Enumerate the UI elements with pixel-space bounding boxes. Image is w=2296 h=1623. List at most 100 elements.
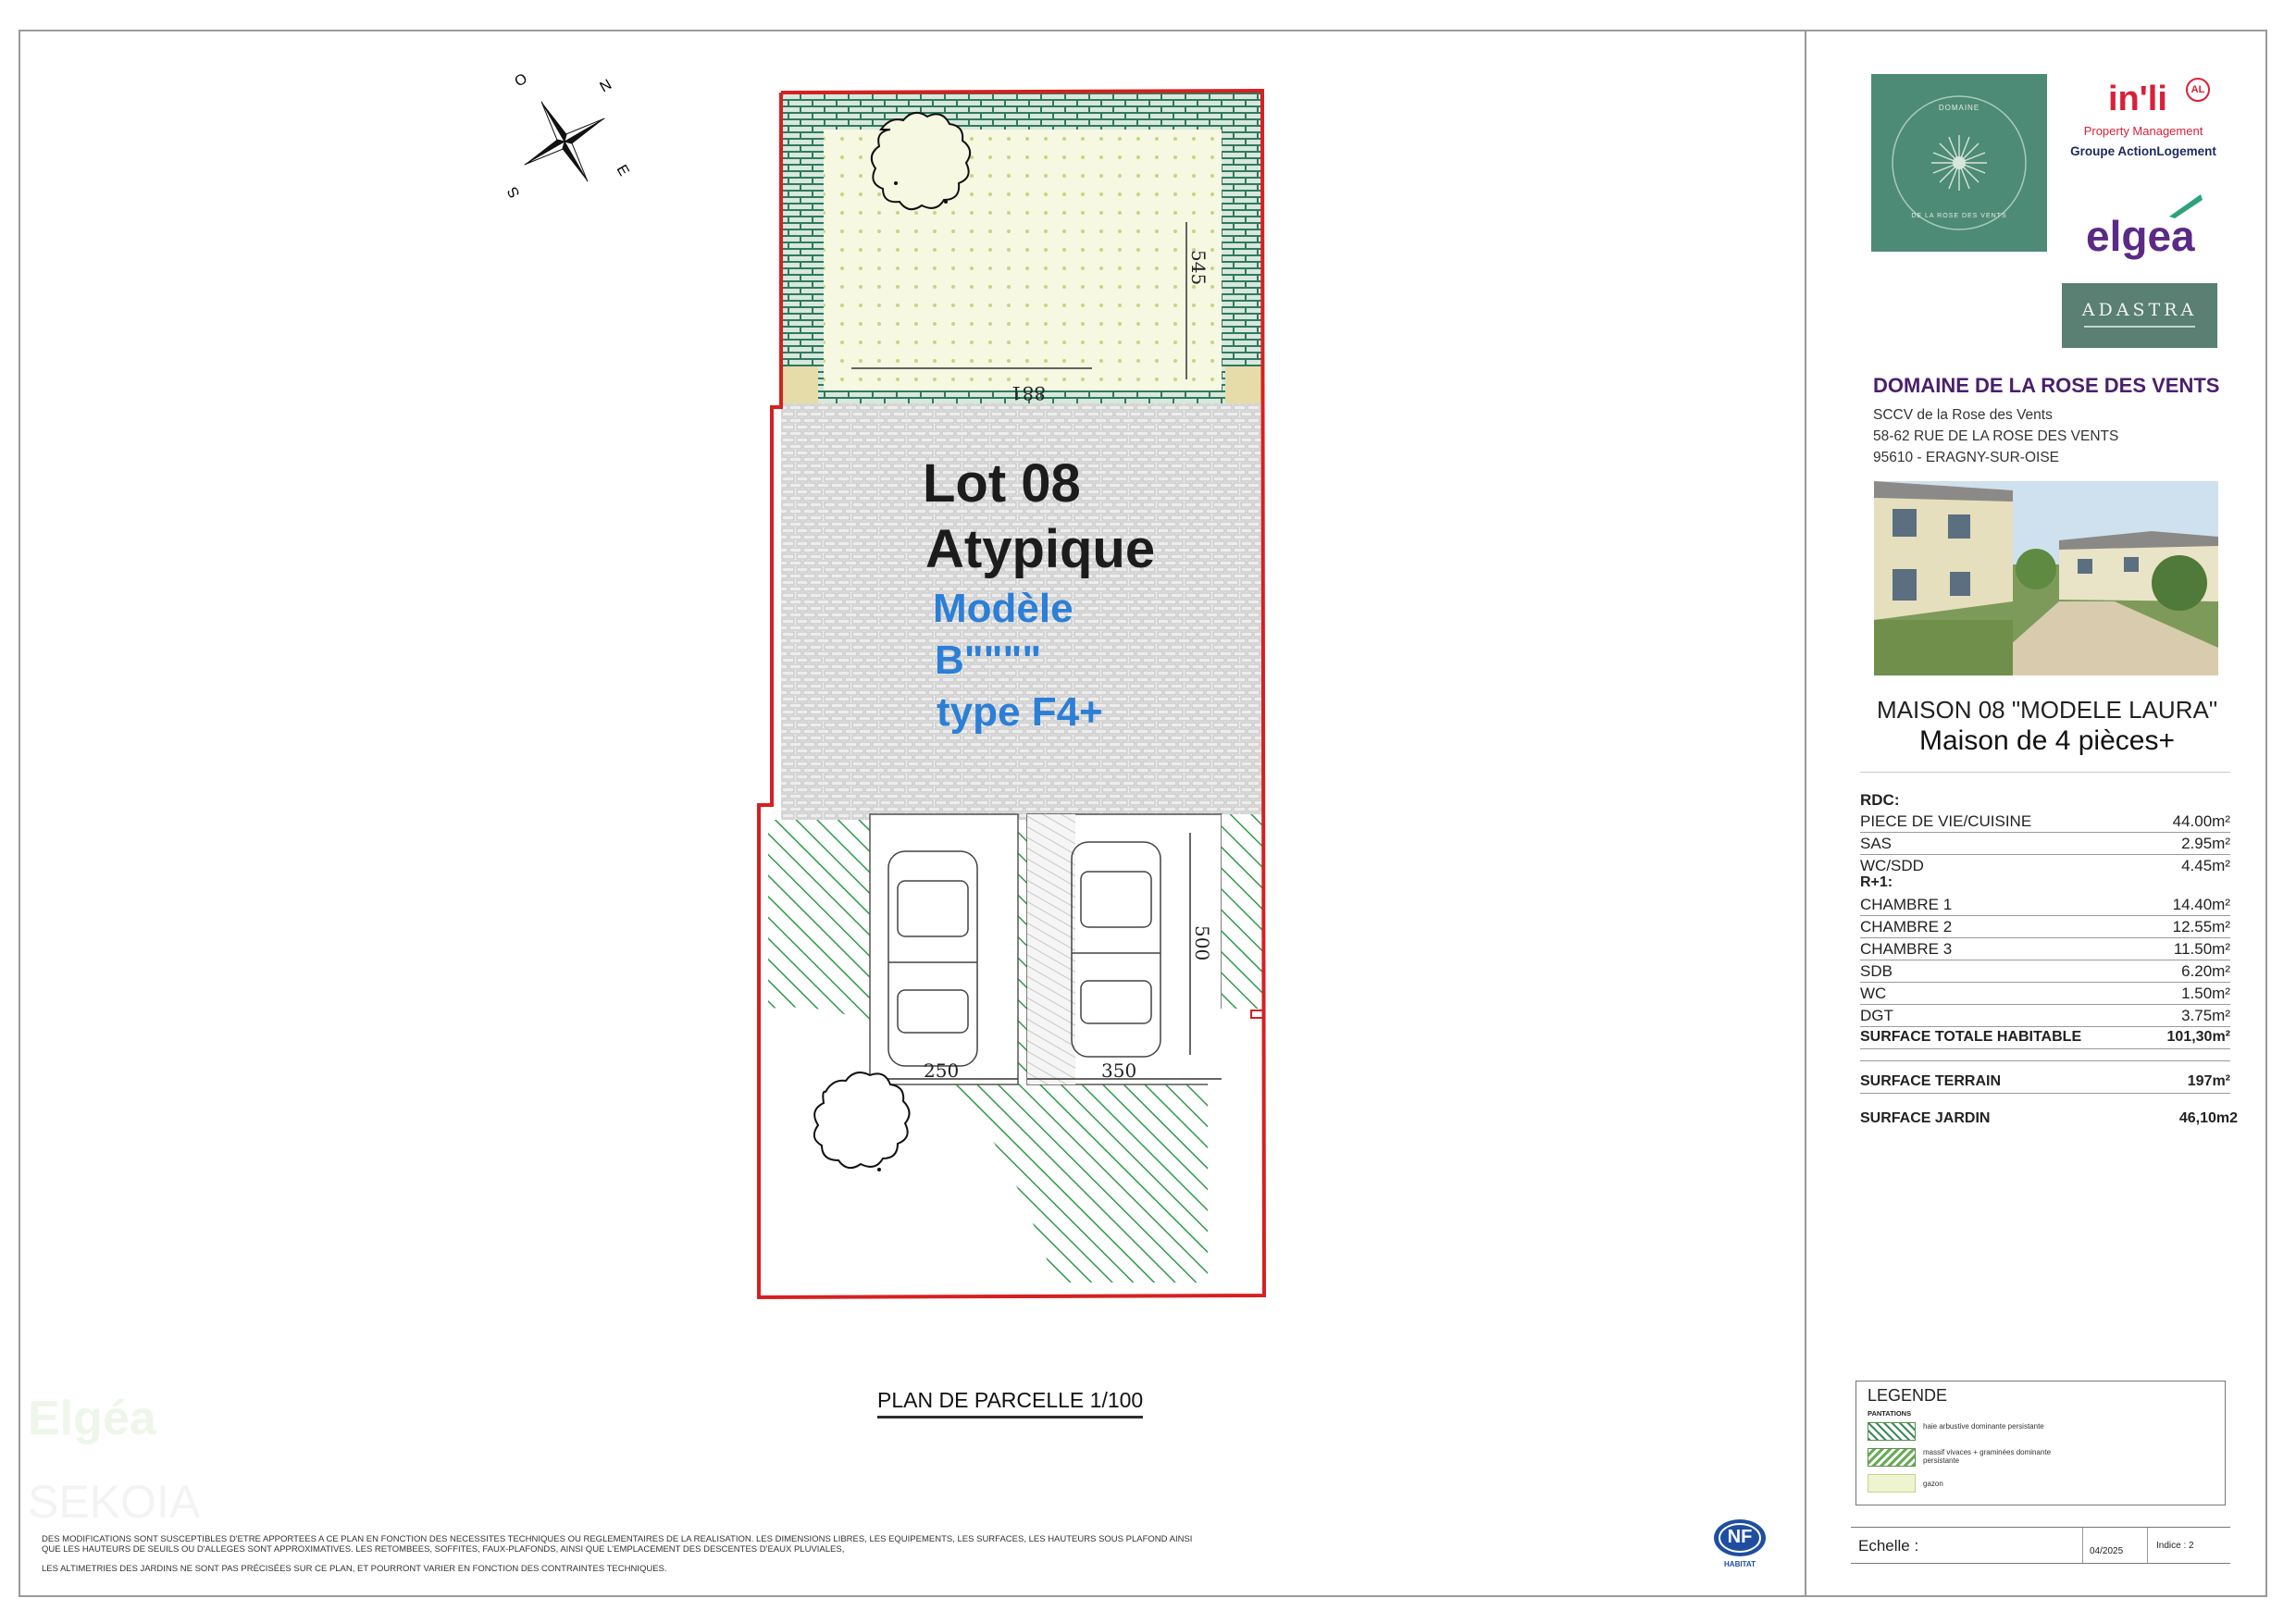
jardin-area-row: SURFACE JARDIN 46,10m2 xyxy=(1860,1109,2238,1131)
svg-text:Elgéa: Elgéa xyxy=(28,1392,157,1445)
area-row: SDB 6.20m² xyxy=(1860,960,2230,983)
area-value: 44.00m² xyxy=(2172,812,2230,830)
area-row: WC 1.50m² xyxy=(1860,983,2230,1005)
dim-parking-left: 250 xyxy=(924,1059,959,1082)
project-street: 58-62 RUE DE LA ROSE DES VENTS xyxy=(1873,428,2119,444)
inli-al-badge: AL xyxy=(2186,78,2210,102)
legend-title: LEGENDE xyxy=(1868,1386,1948,1405)
date-value: 04/2025 xyxy=(2090,1546,2124,1556)
maison-subtitle: Maison de 4 pièces+ xyxy=(1918,725,2175,756)
total-area-row: SURFACE TOTALE HABITABLE 101,30m² xyxy=(1860,1027,2230,1049)
lawn-swatch-icon xyxy=(1868,1474,1916,1493)
compass-n: N xyxy=(598,77,615,96)
terrain-value: 197m² xyxy=(2187,1073,2230,1089)
model-line-2: B"""" xyxy=(935,638,1042,683)
footer-divider xyxy=(2147,1528,2148,1563)
total-area-value: 101,30m² xyxy=(2166,1029,2231,1045)
rose-des-vents-logo: DOMAINE DE LA ROSE DES VENTS xyxy=(1871,74,2047,252)
total-area-label: SURFACE TOTALE HABITABLE xyxy=(1860,1029,2082,1045)
project-name: DOMAINE DE LA ROSE DES VENTS xyxy=(1873,374,2220,397)
adastra-name: ADASTRA xyxy=(2081,300,2198,320)
svg-text:SEKOIA: SEKOIA xyxy=(28,1476,201,1527)
plan-caption: PLAN DE PARCELLE 1/100 xyxy=(877,1388,1144,1419)
rdc-label: RDC: xyxy=(1860,791,1900,809)
dim-parking-right: 350 xyxy=(1101,1059,1136,1082)
nf-sub: HABITAT xyxy=(1724,1560,1756,1568)
legend-item: massif vivaces + graminées dominante per… xyxy=(1868,1448,2219,1468)
compass-o: O xyxy=(513,71,530,91)
area-label: SAS xyxy=(1860,835,1893,852)
cartouche-divider xyxy=(1805,30,1806,1597)
area-label: CHAMBRE 1 xyxy=(1860,896,1953,913)
title-rule xyxy=(1860,772,2230,773)
perennials-swatch-icon xyxy=(1868,1448,1916,1467)
legend-item: haie arbustive dominante persistante xyxy=(1868,1422,2219,1443)
rose-logo-top-text: DOMAINE xyxy=(1938,104,1980,112)
area-row: CHAMBRE 2 12.55m² xyxy=(1860,916,2230,938)
model-line-1: Modèle xyxy=(933,586,1074,631)
area-value: 4.45m² xyxy=(2181,857,2230,874)
lot-number: Lot 08 xyxy=(923,453,1081,514)
dim-garden-width: 881 xyxy=(1011,382,1046,404)
elgea-watermark-logo: Elgéa SEKOIA xyxy=(28,1392,201,1527)
legend: LEGENDE PANTATIONS haie arbustive domina… xyxy=(1855,1381,2226,1505)
compass-rose-icon: O N E S xyxy=(507,71,632,201)
area-value: 14.40m² xyxy=(2172,896,2230,913)
house-rendering-illustration xyxy=(1874,481,2218,675)
area-label: CHAMBRE 3 xyxy=(1860,940,1953,958)
lot-type: Atypique xyxy=(925,519,1156,579)
area-row: DGT 3.75m² xyxy=(1860,1005,2230,1027)
terrain-rule xyxy=(1860,1060,2230,1061)
disclaimer-line-3: LES ALTIMETRIES DES JARDINS NE SONT PAS … xyxy=(42,1563,667,1574)
elgea-name: elgea xyxy=(2086,212,2195,260)
house-rendering-image xyxy=(1874,481,2218,675)
area-value: 3.75m² xyxy=(2181,1007,2230,1024)
area-row: SAS 2.95m² xyxy=(1860,833,2230,855)
inli-name: in'li xyxy=(2108,80,2167,118)
maison-title: MAISON 08 "MODELE LAURA" xyxy=(1876,696,2218,724)
jardin-label: SURFACE JARDIN xyxy=(1860,1110,1991,1126)
area-label: WC xyxy=(1860,985,1887,1002)
indice-value: Indice : 2 xyxy=(2156,1541,2194,1551)
footer-divider xyxy=(2082,1528,2083,1563)
area-row: CHAMBRE 1 14.40m² xyxy=(1860,894,2230,916)
adastra-logo: ADASTRA xyxy=(2062,283,2217,348)
area-row: CHAMBRE 3 11.50m² xyxy=(1860,938,2230,960)
compass-s: S xyxy=(507,184,523,201)
project-city: 95610 - ERAGNY-SUR-OISE xyxy=(1873,450,2060,465)
area-label: DGT xyxy=(1860,1007,1893,1024)
area-label: WC/SDD xyxy=(1860,857,1924,874)
elgea-logo: elgea xyxy=(2079,191,2217,265)
area-value: 1.50m² xyxy=(2181,985,2230,1002)
inli-logo: in'li AL Property Management Groupe Acti… xyxy=(2060,74,2227,167)
area-value: 11.50m² xyxy=(2173,940,2230,958)
disclaimer-line-2: QUE LES HAUTEURS DE SEUILS OU D'ALLEGES … xyxy=(42,1544,845,1555)
terrain-area-row: SURFACE TERRAIN 197m² xyxy=(1860,1072,2230,1094)
rose-logo-bottom-text: DE LA ROSE DES VENTS xyxy=(1911,213,2007,219)
adastra-tagline-bar xyxy=(2084,326,2195,328)
r1-label: R+1: xyxy=(1860,874,1893,890)
inli-group: Groupe ActionLogement xyxy=(2070,144,2216,158)
area-label: CHAMBRE 2 xyxy=(1860,918,1953,935)
area-row: PIECE DE VIE/CUISINE 44.00m² xyxy=(1860,811,2230,833)
nf-habitat-badge: NF HABITAT xyxy=(1712,1518,1768,1573)
disclaimer-line-1: DES MODIFICATIONS SONT SUSCEPTIBLES D'ET… xyxy=(42,1534,1193,1544)
area-label: PIECE DE VIE/CUISINE xyxy=(1860,812,2032,830)
model-line-3: type F4+ xyxy=(937,689,1103,735)
area-value: 12.55m² xyxy=(2172,918,2230,935)
jardin-value: 46,10m2 xyxy=(2178,1110,2238,1126)
title-block-footer: Echelle : 04/2025 Indice : 2 xyxy=(1851,1527,2230,1564)
area-row: WC/SDD 4.45m² xyxy=(1860,855,2230,874)
disclaimer: DES MODIFICATIONS SONT SUSCEPTIBLES D'ET… xyxy=(42,1534,1356,1574)
project-company: SCCV de la Rose des Vents xyxy=(1873,407,2053,423)
nf-label: NF xyxy=(1727,1527,1753,1547)
legend-item-text: massif vivaces + graminées dominante per… xyxy=(1923,1448,2052,1465)
legend-item-text: gazon xyxy=(1923,1480,1943,1488)
echelle-label: Echelle : xyxy=(1858,1537,1919,1555)
legend-item-text: haie arbustive dominante persistante xyxy=(1923,1422,2044,1431)
legend-item: gazon xyxy=(1868,1474,2219,1494)
dim-garden-height: 545 xyxy=(1187,250,1210,285)
sun-emblem-icon xyxy=(1892,95,2027,230)
terrain-label: SURFACE TERRAIN xyxy=(1860,1073,2002,1089)
compass-e: E xyxy=(614,163,632,180)
